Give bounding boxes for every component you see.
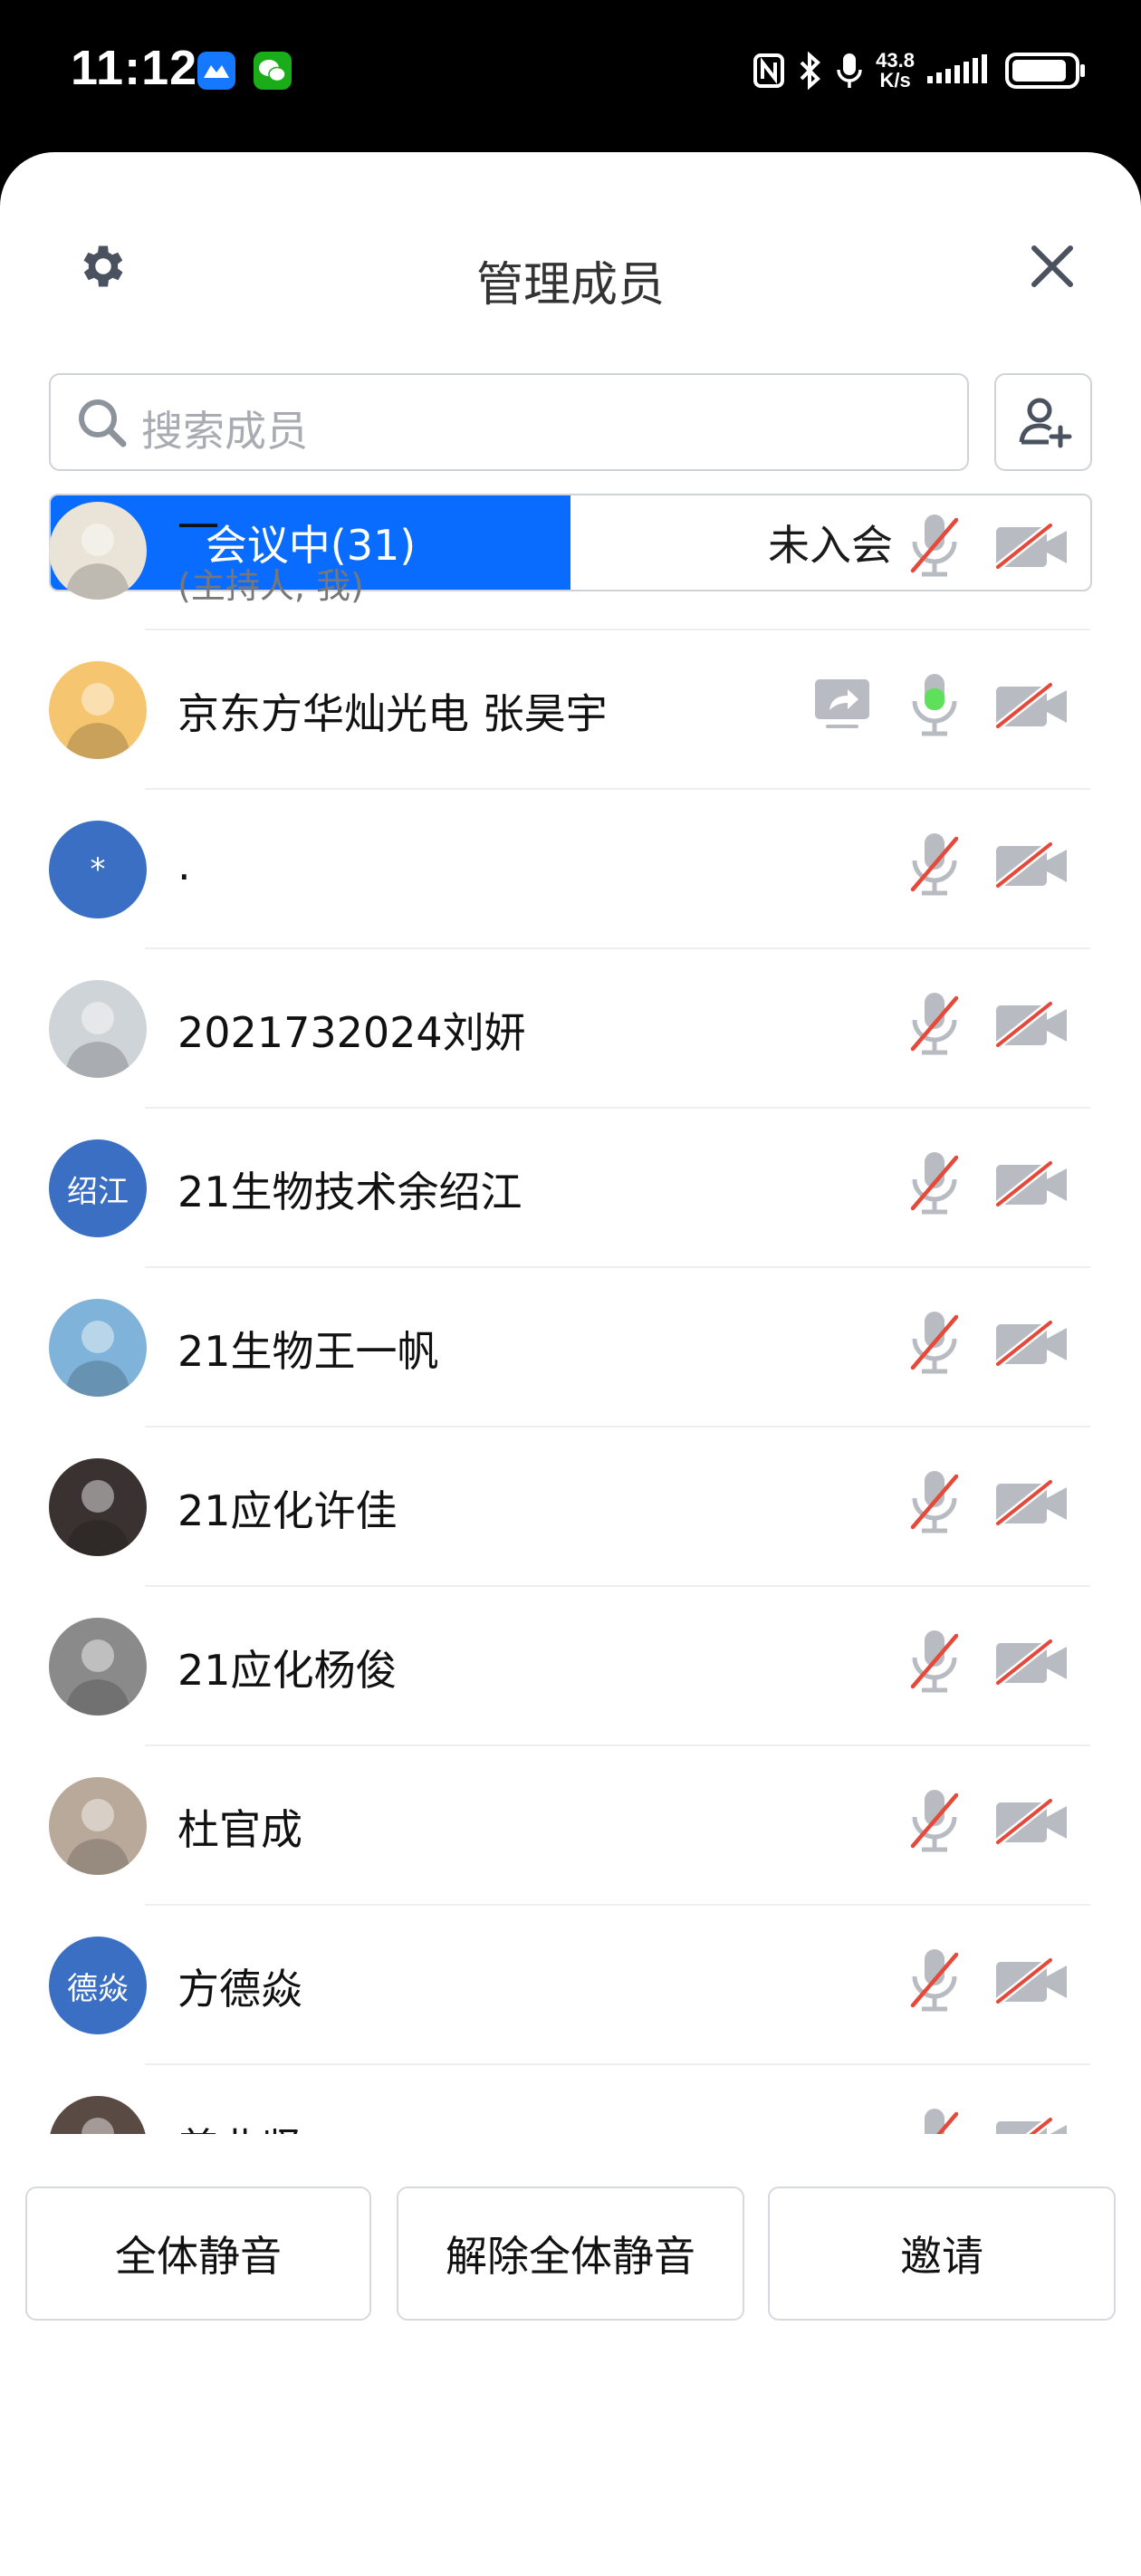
mic-muted-icon[interactable] bbox=[909, 2105, 960, 2134]
screen-share-icon bbox=[813, 678, 871, 735]
camera-off-icon[interactable] bbox=[994, 522, 1070, 576]
member-row[interactable]: 2021732024刘妍 bbox=[0, 949, 1141, 1109]
member-row[interactable]: 21生物王一帆 bbox=[0, 1268, 1141, 1427]
member-name: 21生物技术余绍江 bbox=[177, 1168, 523, 1216]
member-role: (主持人, 我) bbox=[177, 566, 364, 606]
mic-muted-icon[interactable] bbox=[909, 1627, 960, 1699]
member-name: 21应化杨俊 bbox=[177, 1646, 398, 1695]
member-name: 姜业坚 bbox=[177, 2116, 302, 2134]
unmute-all-button[interactable]: 解除全体静音 bbox=[397, 2187, 744, 2321]
bottom-action-bar: 全体静音 解除全体静音 邀请 bbox=[0, 2136, 1141, 2424]
member-name: 京东方华灿光电 张昊宇 bbox=[177, 689, 608, 738]
member-name: 21生物王一帆 bbox=[177, 1327, 439, 1376]
mic-muted-icon[interactable] bbox=[909, 1786, 960, 1859]
wechat-app-icon bbox=[254, 52, 292, 90]
camera-off-icon[interactable] bbox=[994, 2116, 1070, 2134]
camera-off-icon[interactable] bbox=[994, 1319, 1070, 1373]
bluetooth-icon bbox=[800, 52, 821, 90]
avatar bbox=[49, 502, 147, 600]
tencent-meeting-app-icon bbox=[197, 52, 235, 90]
mic-muted-icon[interactable] bbox=[909, 1467, 960, 1540]
member-row[interactable]: 绍江 21生物技术余绍江 bbox=[0, 1109, 1141, 1268]
member-list[interactable]: 一 (主持人, 我) 京东方华灿光电 张昊宇 *. 2021732024刘妍绍江 21生物… bbox=[0, 471, 1141, 2134]
mic-muted-icon[interactable] bbox=[909, 1308, 960, 1380]
close-button[interactable] bbox=[1025, 239, 1079, 293]
invite-button[interactable]: 邀请 bbox=[768, 2187, 1116, 2321]
avatar: * bbox=[49, 821, 147, 918]
mic-muted-icon[interactable] bbox=[909, 511, 960, 583]
status-icons: 43.8 K/s bbox=[753, 43, 1087, 98]
add-member-button[interactable] bbox=[994, 373, 1092, 471]
search-icon bbox=[79, 399, 127, 447]
member-row[interactable]: 姜业坚 bbox=[0, 2065, 1141, 2134]
camera-off-icon[interactable] bbox=[994, 1797, 1070, 1851]
member-name: 一 bbox=[177, 503, 219, 552]
member-name: 2021732024刘妍 bbox=[177, 1008, 526, 1057]
member-name: 21应化许佳 bbox=[177, 1486, 398, 1535]
member-name: . bbox=[177, 841, 191, 889]
avatar bbox=[49, 1618, 147, 1716]
network-speed: 43.8 K/s bbox=[876, 49, 915, 91]
status-bar: 11:12 43.8 K/s bbox=[0, 0, 1141, 149]
search-input[interactable]: 搜索成员 bbox=[49, 373, 969, 471]
camera-off-icon[interactable] bbox=[994, 1478, 1070, 1533]
mic-muted-icon[interactable] bbox=[909, 989, 960, 1062]
camera-off-icon[interactable] bbox=[994, 1159, 1070, 1214]
signal-icon bbox=[927, 54, 987, 83]
member-name: 方德焱 bbox=[177, 1965, 302, 2014]
camera-off-icon[interactable] bbox=[994, 1956, 1070, 2011]
mic-active-icon[interactable] bbox=[909, 670, 960, 743]
status-time: 11:12 bbox=[71, 41, 198, 95]
member-row[interactable]: 21应化许佳 bbox=[0, 1427, 1141, 1587]
mic-muted-icon[interactable] bbox=[909, 830, 960, 902]
add-user-icon bbox=[1019, 398, 1072, 448]
close-icon bbox=[1031, 245, 1073, 287]
nfc-icon bbox=[753, 53, 785, 88]
avatar: 绍江 bbox=[49, 1139, 147, 1237]
camera-off-icon[interactable] bbox=[994, 681, 1070, 735]
avatar bbox=[49, 2096, 147, 2134]
member-row[interactable]: 杜官成 bbox=[0, 1746, 1141, 1906]
avatar bbox=[49, 661, 147, 759]
member-row[interactable]: 德焱 方德焱 bbox=[0, 1906, 1141, 2065]
microphone-status-icon bbox=[837, 53, 862, 88]
member-row[interactable]: 21应化杨俊 bbox=[0, 1587, 1141, 1746]
camera-off-icon[interactable] bbox=[994, 1638, 1070, 1692]
mute-all-button[interactable]: 全体静音 bbox=[25, 2187, 371, 2321]
member-row[interactable]: 一 (主持人, 我) bbox=[0, 471, 1141, 630]
camera-off-icon[interactable] bbox=[994, 1000, 1070, 1054]
member-row[interactable]: 京东方华灿光电 张昊宇 bbox=[0, 630, 1141, 790]
avatar bbox=[49, 980, 147, 1078]
avatar bbox=[49, 1777, 147, 1875]
search-placeholder: 搜索成员 bbox=[141, 407, 308, 456]
avatar: 德焱 bbox=[49, 1937, 147, 2034]
mic-muted-icon[interactable] bbox=[909, 1149, 960, 1221]
avatar bbox=[49, 1299, 147, 1397]
avatar bbox=[49, 1458, 147, 1556]
battery-icon bbox=[1005, 53, 1085, 89]
page-title: 管理成员 bbox=[475, 258, 665, 312]
member-name: 杜官成 bbox=[177, 1805, 302, 1854]
camera-off-icon[interactable] bbox=[994, 841, 1070, 895]
mic-muted-icon[interactable] bbox=[909, 1946, 960, 2018]
member-row[interactable]: *. bbox=[0, 790, 1141, 949]
